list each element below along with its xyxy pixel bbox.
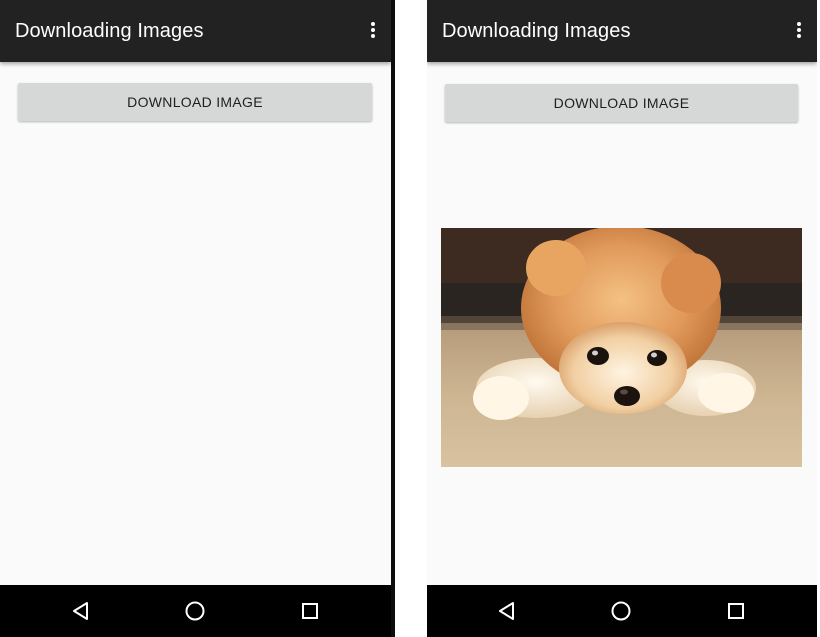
screen-before-download: Downloading Images DOWNLOAD IMAGE	[0, 0, 395, 637]
home-circle-icon[interactable]	[182, 598, 208, 624]
recents-square-icon[interactable]	[297, 598, 323, 624]
download-image-button[interactable]: DOWNLOAD IMAGE	[445, 84, 798, 122]
app-bar: Downloading Images	[427, 0, 817, 62]
app-bar: Downloading Images	[0, 0, 391, 62]
app-title: Downloading Images	[442, 20, 631, 42]
more-vert-icon[interactable]	[369, 22, 377, 42]
download-image-button[interactable]: DOWNLOAD IMAGE	[18, 83, 372, 121]
screen-after-download: Downloading Images DOWNLOAD IMAGE	[427, 0, 817, 637]
app-title: Downloading Images	[15, 20, 204, 42]
recents-square-icon[interactable]	[723, 598, 749, 624]
back-triangle-icon[interactable]	[68, 598, 94, 624]
navigation-bar	[0, 585, 391, 637]
pomeranian-puppy-photo	[441, 228, 802, 467]
more-vert-icon[interactable]	[795, 22, 803, 42]
back-triangle-icon[interactable]	[494, 598, 520, 624]
home-circle-icon[interactable]	[608, 598, 634, 624]
navigation-bar	[427, 585, 817, 637]
downloaded-dog-image	[441, 228, 802, 467]
